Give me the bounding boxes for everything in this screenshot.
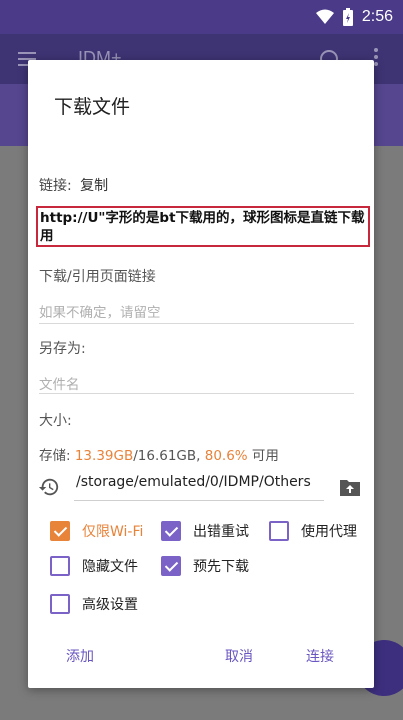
size-label: 大小: [39, 413, 72, 429]
wifi-icon [315, 9, 334, 24]
wifi-only-checkbox[interactable]: 仅限Wi-Fi [50, 519, 143, 543]
filename-placeholder: 文件名 [39, 377, 80, 393]
hidden-file-checkbox[interactable]: 隐藏文件 [50, 554, 138, 578]
status-bar: 2:56 [0, 0, 403, 34]
path-row: /storage/emulated/0/IDMP/Others [38, 468, 366, 504]
url-input[interactable]: http://U"字形的是bt下载用的，球形图标是直链下载用 [36, 206, 370, 247]
save-as-label: 另存为: [39, 341, 86, 357]
connect-button[interactable]: 连接 [306, 646, 334, 666]
use-proxy-box[interactable] [269, 521, 289, 541]
pre-download-box[interactable] [161, 556, 181, 576]
retry-on-error-checkbox[interactable]: 出错重试 [161, 519, 249, 543]
storage-free: 13.39GB [74, 448, 134, 464]
cancel-button[interactable]: 取消 [225, 646, 253, 666]
url-value: http://U"字形的是bt下载用的，球形图标是直链下载用 [40, 210, 365, 244]
copy-button[interactable]: 复制 [80, 178, 108, 194]
use-proxy-checkbox[interactable]: 使用代理 [269, 519, 357, 543]
use-proxy-label: 使用代理 [301, 524, 357, 540]
clock: 2:56 [361, 8, 393, 25]
more-options-icon[interactable] [374, 48, 378, 69]
storage-info: 存储: 13.39GB/16.61GB, 80.6% 可用 [39, 444, 279, 464]
advanced-settings-box[interactable] [50, 594, 70, 614]
storage-suffix: 可用 [247, 448, 279, 464]
hidden-file-box[interactable] [50, 556, 70, 576]
storage-total: /16.61GB, [133, 448, 205, 464]
dialog-title: 下载文件 [54, 96, 131, 118]
path-underline [74, 500, 324, 501]
hidden-file-label: 隐藏文件 [82, 559, 138, 575]
link-label: 链接: [39, 178, 72, 194]
advanced-settings-label: 高级设置 [82, 597, 138, 613]
battery-icon [342, 8, 353, 26]
referrer-field[interactable]: 下载/引用页面链接 如果不确定，请留空 [39, 266, 354, 324]
folder-upload-icon[interactable] [338, 478, 362, 498]
retry-on-error-label: 出错重试 [193, 524, 249, 540]
storage-prefix: 存储: [39, 448, 75, 464]
download-file-dialog: 下载文件 链接: 复制 http://U"字形的是bt下载用的，球形图标是直链下… [28, 60, 374, 688]
pre-download-label: 预先下载 [193, 559, 249, 575]
link-row: 链接: 复制 [39, 175, 108, 195]
add-button[interactable]: 添加 [66, 646, 94, 666]
pre-download-checkbox[interactable]: 预先下载 [161, 554, 249, 578]
storage-percent: 80.6% [204, 448, 248, 464]
referrer-placeholder: 如果不确定，请留空 [39, 305, 161, 321]
wifi-only-label: 仅限Wi-Fi [82, 524, 144, 540]
save-path[interactable]: /storage/emulated/0/IDMP/Others [76, 474, 311, 490]
retry-on-error-box[interactable] [161, 521, 181, 541]
advanced-settings-checkbox[interactable]: 高级设置 [50, 592, 138, 616]
wifi-only-box[interactable] [50, 521, 70, 541]
referrer-label: 下载/引用页面链接 [39, 269, 156, 285]
filename-field[interactable]: 另存为: 文件名 [39, 338, 354, 394]
history-icon[interactable] [38, 476, 60, 498]
